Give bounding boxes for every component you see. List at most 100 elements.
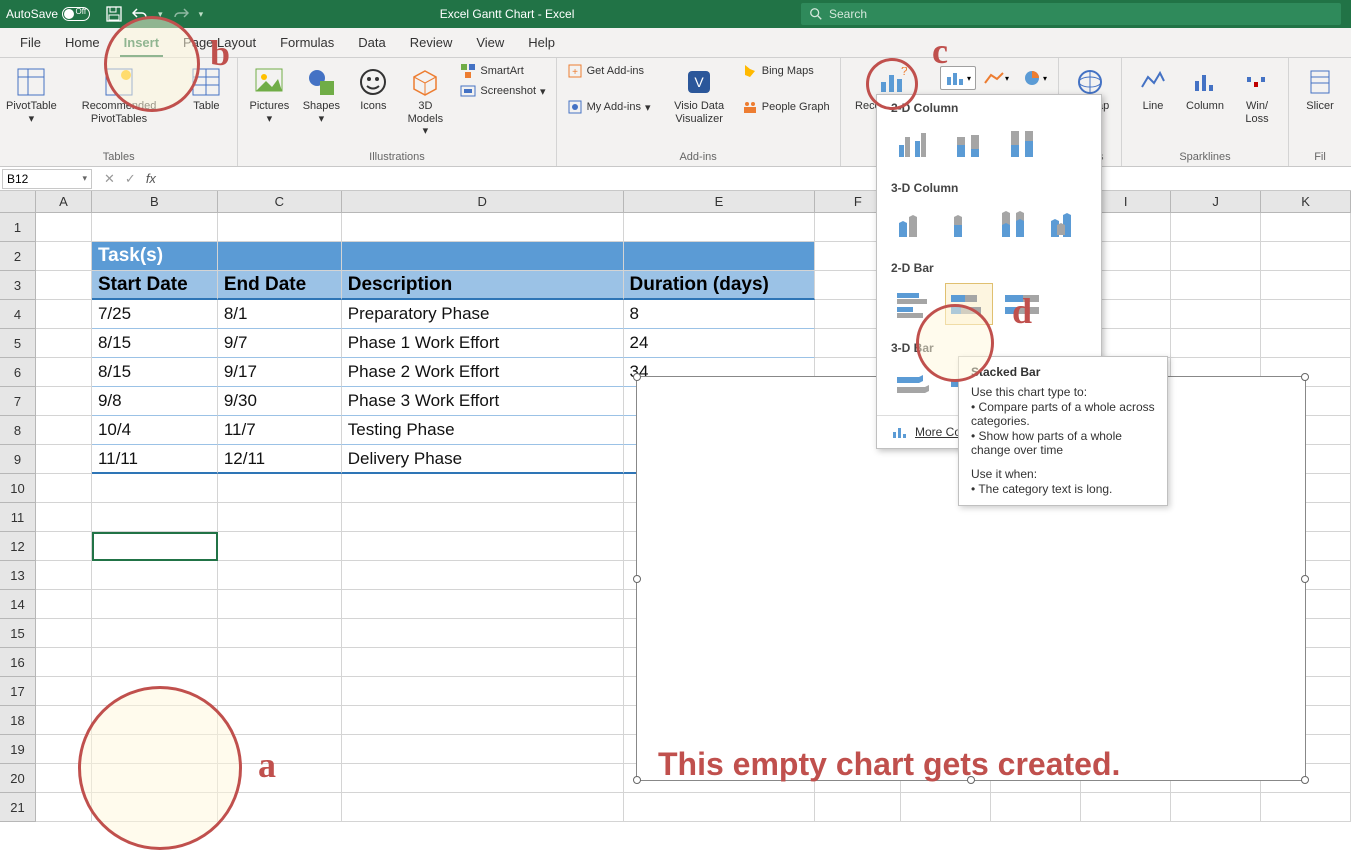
cell[interactable] (1171, 271, 1261, 300)
cell[interactable] (36, 793, 92, 822)
pictures-button[interactable]: Pictures▾ (244, 62, 294, 127)
cell[interactable] (36, 590, 92, 619)
line-chart-button[interactable]: ▾ (978, 66, 1014, 90)
redo-icon[interactable] (173, 6, 189, 22)
colhead-C[interactable]: C (218, 191, 342, 212)
recommended-pivottables-button[interactable]: Recommended PivotTables (59, 62, 180, 127)
cell[interactable] (624, 242, 816, 271)
shapes-button[interactable]: Shapes▾ (296, 62, 346, 127)
cell[interactable] (1081, 793, 1171, 822)
cell[interactable] (1261, 271, 1351, 300)
cell[interactable] (218, 532, 342, 561)
3d-models-button[interactable]: 3D Models▾ (400, 62, 450, 140)
cell[interactable] (36, 503, 92, 532)
spreadsheet-grid[interactable]: A B C D E F G H I J K 12Task(s)3Start Da… (0, 191, 1351, 822)
cell[interactable] (92, 561, 218, 590)
cell[interactable]: 9/17 (218, 358, 342, 387)
cell[interactable]: 9/8 (92, 387, 218, 416)
pie-chart-button[interactable]: ▾ (1016, 66, 1052, 90)
rowhead-8[interactable]: 8 (0, 416, 36, 445)
cell[interactable] (36, 706, 92, 735)
cell[interactable] (342, 677, 624, 706)
rowhead-20[interactable]: 20 (0, 764, 36, 793)
icons-button[interactable]: Icons (348, 62, 398, 115)
rowhead-18[interactable]: 18 (0, 706, 36, 735)
cell[interactable] (1171, 242, 1261, 271)
rowhead-13[interactable]: 13 (0, 561, 36, 590)
cell[interactable]: 24 (624, 329, 816, 358)
cell[interactable]: 12/11 (218, 445, 342, 474)
colhead-J[interactable]: J (1171, 191, 1261, 212)
cell[interactable] (342, 793, 624, 822)
fx-icon[interactable]: fx (146, 171, 156, 186)
cell[interactable] (36, 242, 92, 271)
stacked-bar-option[interactable] (945, 283, 993, 325)
colhead-E[interactable]: E (624, 191, 816, 212)
3d-100-stacked-column-option[interactable] (992, 203, 1037, 245)
name-box[interactable]: B12▾ (2, 169, 92, 189)
rowhead-6[interactable]: 6 (0, 358, 36, 387)
tab-insert[interactable]: Insert (112, 28, 171, 57)
cell[interactable] (342, 503, 624, 532)
cell[interactable] (36, 648, 92, 677)
cell[interactable]: Description (342, 271, 624, 300)
tab-data[interactable]: Data (346, 28, 397, 57)
cell[interactable] (218, 619, 342, 648)
cell[interactable]: Start Date (92, 271, 218, 300)
cell[interactable] (218, 735, 342, 764)
tab-file[interactable]: File (8, 28, 53, 57)
cell[interactable] (1171, 329, 1261, 358)
cell[interactable] (36, 532, 92, 561)
cell[interactable] (342, 590, 624, 619)
rowhead-9[interactable]: 9 (0, 445, 36, 474)
cancel-icon[interactable]: ✕ (104, 171, 115, 187)
cell[interactable] (1171, 213, 1261, 242)
screenshot-button[interactable]: Screenshot ▾ (456, 82, 549, 100)
cell[interactable] (218, 793, 342, 822)
autosave-toggle[interactable]: AutoSave Off (0, 7, 96, 21)
cell[interactable]: Phase 3 Work Effort (342, 387, 624, 416)
cell[interactable]: Testing Phase (342, 416, 624, 445)
cell[interactable] (342, 706, 624, 735)
cell[interactable]: Task(s) (92, 242, 218, 271)
cell[interactable]: 8/1 (218, 300, 342, 329)
rowhead-7[interactable]: 7 (0, 387, 36, 416)
cell[interactable]: 11/11 (92, 445, 218, 474)
cell[interactable] (624, 793, 816, 822)
cell[interactable] (218, 677, 342, 706)
3d-clustered-bar-option[interactable] (891, 363, 939, 405)
cell[interactable] (991, 793, 1081, 822)
cell[interactable] (901, 793, 991, 822)
cell[interactable] (92, 793, 218, 822)
rowhead-19[interactable]: 19 (0, 735, 36, 764)
cell[interactable]: 9/7 (218, 329, 342, 358)
cell[interactable] (342, 532, 624, 561)
rowhead-1[interactable]: 1 (0, 213, 36, 242)
cell[interactable] (815, 793, 901, 822)
cell[interactable] (342, 764, 624, 793)
sparkline-line-button[interactable]: Line (1128, 62, 1178, 115)
bing-maps-button[interactable]: Bing Maps (738, 62, 834, 80)
cell[interactable] (92, 619, 218, 648)
cell[interactable] (92, 677, 218, 706)
cell[interactable]: 10/4 (92, 416, 218, 445)
colhead-K[interactable]: K (1261, 191, 1351, 212)
save-icon[interactable] (106, 6, 122, 22)
colhead-A[interactable]: A (36, 191, 92, 212)
cell[interactable] (92, 706, 218, 735)
cell[interactable] (342, 648, 624, 677)
tab-view[interactable]: View (464, 28, 516, 57)
rowhead-3[interactable]: 3 (0, 271, 36, 300)
cell[interactable]: Duration (days) (624, 271, 816, 300)
cell[interactable] (92, 474, 218, 503)
tab-review[interactable]: Review (398, 28, 465, 57)
cell[interactable] (1171, 793, 1261, 822)
rowhead-14[interactable]: 14 (0, 590, 36, 619)
slicer-button[interactable]: Slicer (1295, 62, 1345, 115)
cell[interactable] (342, 735, 624, 764)
cell[interactable] (218, 213, 342, 242)
rowhead-4[interactable]: 4 (0, 300, 36, 329)
cell[interactable]: 8 (624, 300, 816, 329)
cell[interactable] (92, 590, 218, 619)
my-addins-button[interactable]: My Add-ins ▾ (563, 98, 655, 116)
